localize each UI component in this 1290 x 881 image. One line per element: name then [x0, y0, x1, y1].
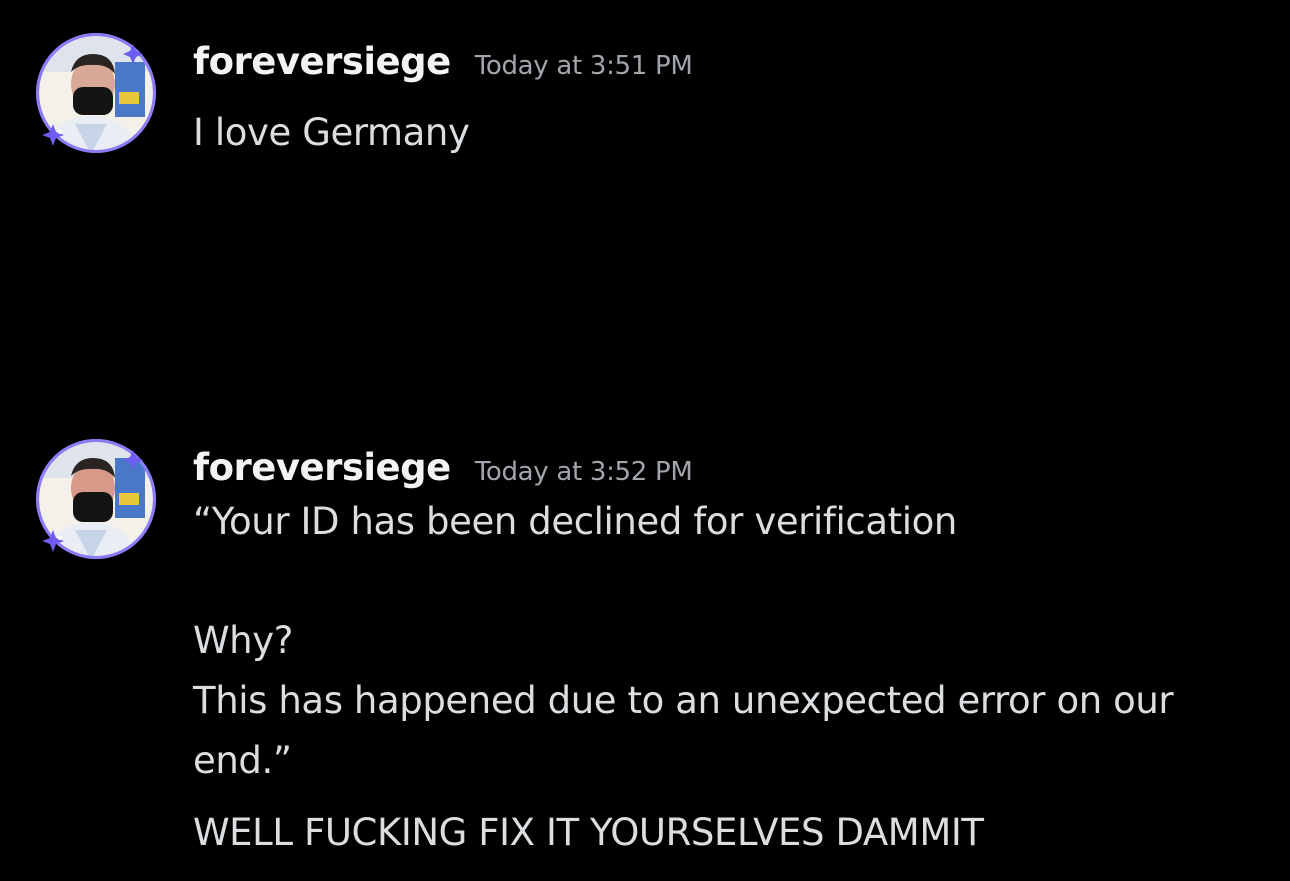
timestamp[interactable]: Today at 3:51 PM: [475, 51, 693, 81]
user-avatar-icon[interactable]: [35, 32, 157, 154]
chat-message-list: foreversiege Today at 3:51 PM I love Germ…: [0, 0, 1290, 881]
timestamp[interactable]: Today at 3:52 PM: [475, 457, 693, 487]
message-text: WELL FUCKING FIX IT YOURSELVES DAMMIT: [193, 811, 984, 854]
username[interactable]: foreversiege: [193, 446, 451, 489]
message-text: I love Germany: [193, 111, 470, 154]
message-text: “Your ID has been declined for verificat…: [193, 500, 957, 543]
username[interactable]: foreversiege: [193, 40, 451, 83]
user-avatar-icon[interactable]: [35, 438, 157, 560]
message-text: Why?: [193, 619, 293, 662]
message-text: end.”: [193, 739, 292, 782]
message-header: foreversiege Today at 3:52 PM: [193, 446, 693, 496]
message-text: This has happened due to an unexpected e…: [193, 679, 1174, 722]
message-header: foreversiege Today at 3:51 PM: [193, 40, 693, 90]
